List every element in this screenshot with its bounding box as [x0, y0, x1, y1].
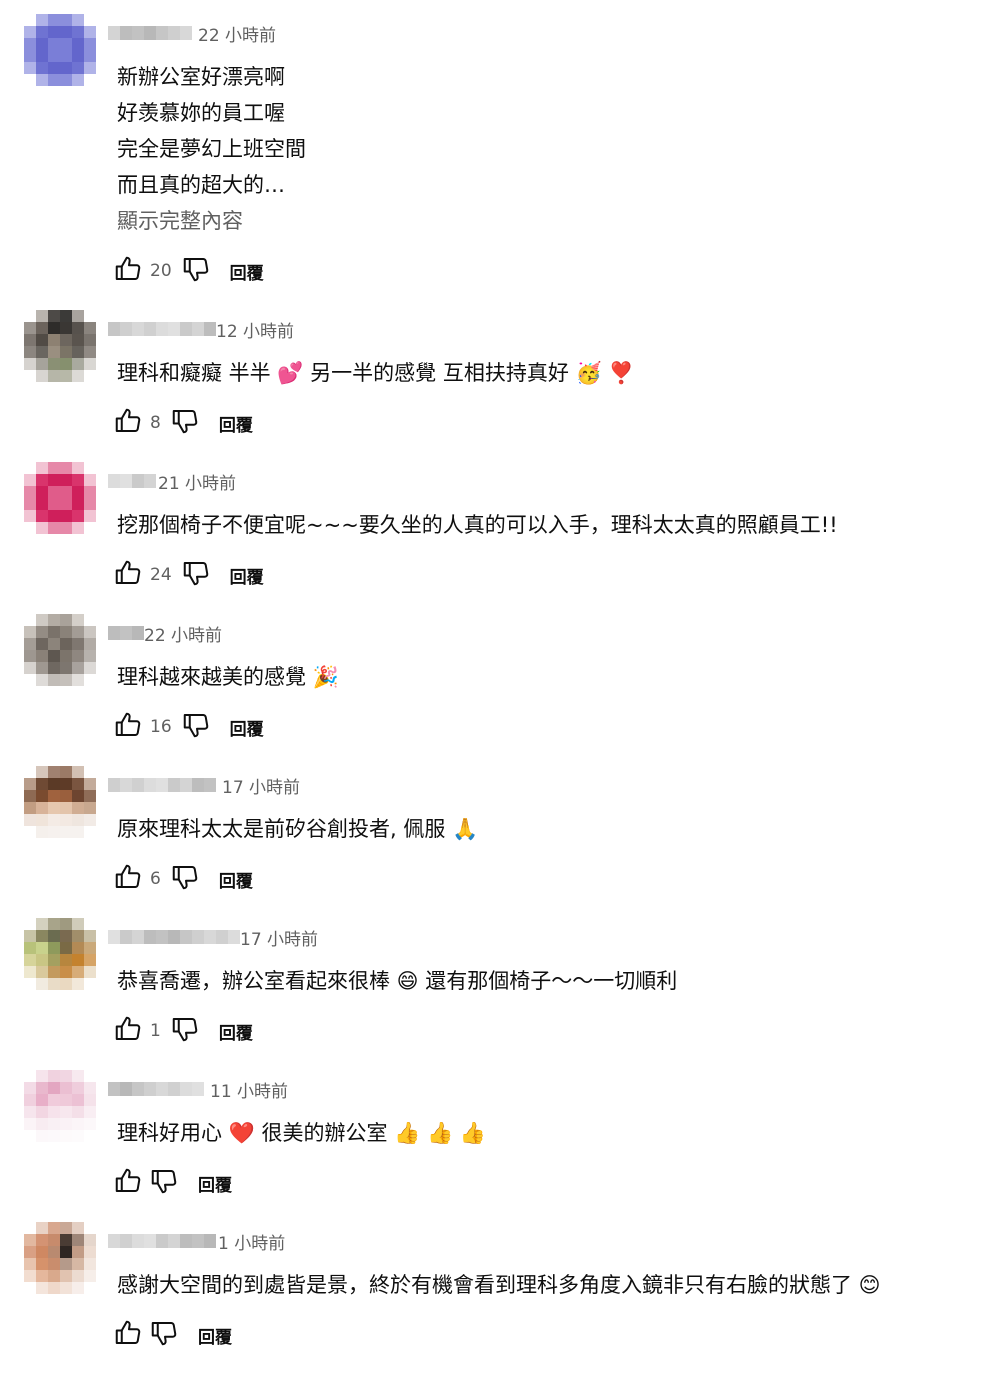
- reply-button[interactable]: 回覆: [219, 1019, 253, 1044]
- comment-actions: 20 回覆: [110, 253, 264, 289]
- thumbs-up-icon: [113, 862, 143, 896]
- comment-timestamp[interactable]: 17 小時前: [240, 925, 318, 950]
- comment-actions: 24 回覆: [110, 557, 264, 593]
- thumbs-down-icon: [170, 1014, 200, 1048]
- like-button[interactable]: [110, 253, 146, 289]
- avatar[interactable]: [24, 1070, 96, 1142]
- comment-text-line: 原來理科太太是前矽谷創投者, 佩服 🙏: [117, 817, 479, 841]
- like-count: 16: [150, 717, 172, 737]
- comment-timestamp[interactable]: 21 小時前: [158, 469, 236, 494]
- comment-actions: 回覆: [110, 1317, 232, 1353]
- dislike-button[interactable]: [178, 557, 214, 593]
- thumbs-up-icon: [113, 710, 143, 744]
- comment-text-line: 挖那個椅子不便宜呢~~~要久坐的人真的可以入手，理科太太真的照顧員工!!: [117, 513, 838, 537]
- dislike-button[interactable]: [178, 253, 214, 289]
- reply-button[interactable]: 回覆: [219, 411, 253, 436]
- like-count: 1: [150, 1021, 161, 1041]
- reply-button[interactable]: 回覆: [198, 1323, 232, 1348]
- reply-button[interactable]: 回覆: [230, 259, 264, 284]
- thumbs-down-icon: [181, 558, 211, 592]
- avatar[interactable]: [24, 310, 96, 382]
- comment-text-line: 理科好用心 ❤️ 很美的辦公室 👍 👍 👍: [117, 1121, 486, 1145]
- like-button[interactable]: [110, 405, 146, 441]
- dislike-button[interactable]: [178, 709, 214, 745]
- author-name-blurred[interactable]: [108, 626, 144, 640]
- thumbs-down-icon: [149, 1318, 179, 1352]
- thumbs-down-icon: [181, 710, 211, 744]
- comment-header: 11 小時前: [108, 1074, 288, 1104]
- comment-header: 12 小時前: [108, 314, 294, 344]
- comment-timestamp[interactable]: 17 小時前: [222, 773, 300, 798]
- comment-timestamp[interactable]: 22 小時前: [144, 621, 222, 646]
- like-button[interactable]: [110, 557, 146, 593]
- comment-text-line: 理科和癡癡 半半 💕 另一半的感覺 互相扶持真好 🥳 ❣️: [117, 361, 635, 385]
- show-more-link[interactable]: 顯示完整內容: [117, 203, 243, 239]
- thumbs-up-icon: [113, 558, 143, 592]
- reply-button[interactable]: 回覆: [230, 715, 264, 740]
- like-button[interactable]: [110, 1165, 146, 1201]
- comment-timestamp[interactable]: 22 小時前: [198, 21, 276, 46]
- author-name-blurred[interactable]: [108, 778, 216, 792]
- comment-text-line: 新辦公室好漂亮啊: [117, 65, 285, 89]
- thumbs-up-icon: [113, 1166, 143, 1200]
- comment-timestamp[interactable]: 12 小時前: [216, 317, 294, 342]
- dislike-button[interactable]: [146, 1317, 182, 1353]
- comment-text-line: 感謝大空間的到處皆是景，終於有機會看到理科多角度入鏡非只有右臉的狀態了 😊: [117, 1273, 881, 1297]
- comment-text-line: 好羡慕妳的員工喔: [117, 101, 285, 125]
- dislike-button[interactable]: [167, 861, 203, 897]
- dislike-button[interactable]: [167, 1013, 203, 1049]
- like-count: 8: [150, 413, 161, 433]
- comment-header: 21 小時前: [108, 466, 236, 496]
- avatar[interactable]: [24, 1222, 96, 1294]
- like-count: 24: [150, 565, 172, 585]
- comment-header: 22 小時前: [108, 18, 276, 48]
- reply-button[interactable]: 回覆: [198, 1171, 232, 1196]
- thumbs-down-icon: [149, 1166, 179, 1200]
- avatar[interactable]: [24, 614, 96, 686]
- comment-timestamp[interactable]: 11 小時前: [210, 1077, 288, 1102]
- thumbs-down-icon: [170, 862, 200, 896]
- like-button[interactable]: [110, 861, 146, 897]
- comment-text-line: 而且真的超大的…: [117, 173, 285, 197]
- avatar[interactable]: [24, 14, 96, 86]
- avatar[interactable]: [24, 462, 96, 534]
- thumbs-down-icon: [181, 254, 211, 288]
- thumbs-up-icon: [113, 1318, 143, 1352]
- like-button[interactable]: [110, 1013, 146, 1049]
- thumbs-up-icon: [113, 1014, 143, 1048]
- comment-actions: 16 回覆: [110, 709, 264, 745]
- reply-button[interactable]: 回覆: [219, 867, 253, 892]
- comments-section: 22 小時前 新辦公室好漂亮啊 好羡慕妳的員工喔 完全是夢幻上班空間 而且真的超…: [0, 0, 992, 1374]
- dislike-button[interactable]: [146, 1165, 182, 1201]
- comment-text-line: 完全是夢幻上班空間: [117, 137, 306, 161]
- dislike-button[interactable]: [167, 405, 203, 441]
- comment-header: 1 小時前: [108, 1226, 285, 1256]
- author-name-blurred[interactable]: [108, 1082, 204, 1096]
- like-button[interactable]: [110, 709, 146, 745]
- comment-actions: 回覆: [110, 1165, 232, 1201]
- like-count: 6: [150, 869, 161, 889]
- author-name-blurred[interactable]: [108, 1234, 216, 1248]
- author-name-blurred[interactable]: [108, 930, 240, 944]
- author-name-blurred[interactable]: [108, 474, 156, 488]
- reply-button[interactable]: 回覆: [230, 563, 264, 588]
- thumbs-up-icon: [113, 254, 143, 288]
- comment-text-line: 理科越來越美的感覺 🎉: [117, 665, 339, 689]
- comment-actions: 1 回覆: [110, 1013, 253, 1049]
- comment-timestamp[interactable]: 1 小時前: [218, 1229, 285, 1254]
- like-count: 20: [150, 261, 172, 281]
- comment-header: 17 小時前: [108, 922, 318, 952]
- thumbs-down-icon: [170, 406, 200, 440]
- comment-actions: 6 回覆: [110, 861, 253, 897]
- thumbs-up-icon: [113, 406, 143, 440]
- comment-header: 17 小時前: [108, 770, 300, 800]
- comment-actions: 8 回覆: [110, 405, 253, 441]
- like-button[interactable]: [110, 1317, 146, 1353]
- comment-header: 22 小時前: [108, 618, 222, 648]
- author-name-blurred[interactable]: [108, 322, 216, 336]
- avatar[interactable]: [24, 918, 96, 990]
- comment-text-line: 恭喜喬遷，辦公室看起來很棒 😄 還有那個椅子～～一切順利: [117, 969, 678, 993]
- author-name-blurred[interactable]: [108, 26, 192, 40]
- avatar[interactable]: [24, 766, 96, 838]
